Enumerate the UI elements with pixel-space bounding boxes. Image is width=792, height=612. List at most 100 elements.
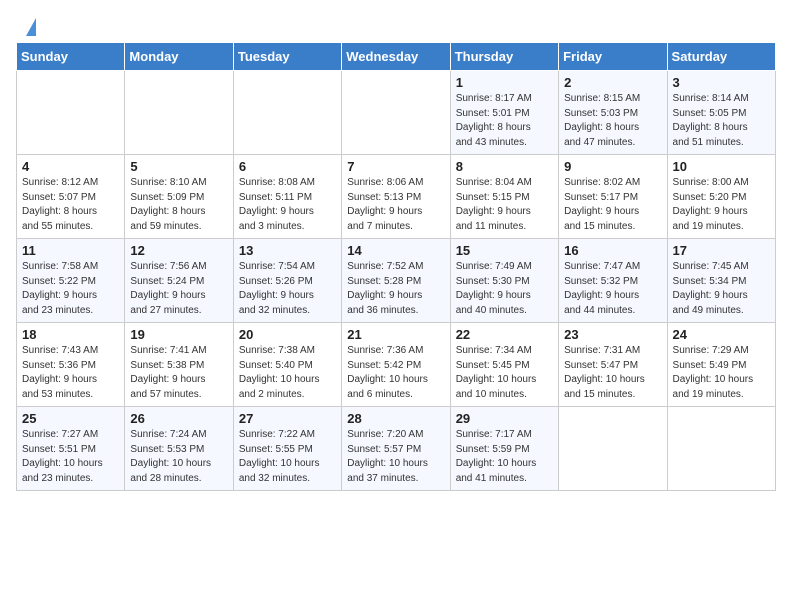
- day-number: 2: [564, 75, 661, 90]
- weekday-thursday: Thursday: [450, 43, 558, 71]
- day-number: 20: [239, 327, 336, 342]
- day-info: Sunrise: 7:58 AM Sunset: 5:22 PM Dayligh…: [22, 260, 119, 318]
- day-number: 10: [673, 159, 770, 174]
- day-info: Sunrise: 8:15 AM Sunset: 5:03 PM Dayligh…: [564, 92, 661, 150]
- weekday-saturday: Saturday: [667, 43, 775, 71]
- weekday-sunday: Sunday: [17, 43, 125, 71]
- calendar-cell: 6 Sunrise: 8:08 AM Sunset: 5:11 PM Daylig…: [233, 155, 341, 239]
- calendar-cell: 13 Sunrise: 7:54 AM Sunset: 5:26 PM Dayli…: [233, 239, 341, 323]
- calendar-cell: 1 Sunrise: 8:17 AM Sunset: 5:01 PM Daylig…: [450, 71, 558, 155]
- calendar-cell: [17, 71, 125, 155]
- day-number: 9: [564, 159, 661, 174]
- calendar-cell: 19 Sunrise: 7:41 AM Sunset: 5:38 PM Dayli…: [125, 323, 233, 407]
- week-row-4: 18 Sunrise: 7:43 AM Sunset: 5:36 PM Dayli…: [17, 323, 776, 407]
- day-info: Sunrise: 7:38 AM Sunset: 5:40 PM Dayligh…: [239, 344, 336, 402]
- day-number: 5: [130, 159, 227, 174]
- day-info: Sunrise: 7:47 AM Sunset: 5:32 PM Dayligh…: [564, 260, 661, 318]
- day-number: 11: [22, 243, 119, 258]
- calendar-cell: 25 Sunrise: 7:27 AM Sunset: 5:51 PM Dayli…: [17, 407, 125, 491]
- day-info: Sunrise: 8:04 AM Sunset: 5:15 PM Dayligh…: [456, 176, 553, 234]
- calendar-cell: 2 Sunrise: 8:15 AM Sunset: 5:03 PM Daylig…: [559, 71, 667, 155]
- calendar-cell: 4 Sunrise: 8:12 AM Sunset: 5:07 PM Daylig…: [17, 155, 125, 239]
- day-number: 21: [347, 327, 444, 342]
- calendar-cell: [125, 71, 233, 155]
- day-info: Sunrise: 7:36 AM Sunset: 5:42 PM Dayligh…: [347, 344, 444, 402]
- day-info: Sunrise: 8:00 AM Sunset: 5:20 PM Dayligh…: [673, 176, 770, 234]
- day-number: 18: [22, 327, 119, 342]
- day-number: 25: [22, 411, 119, 426]
- day-number: 26: [130, 411, 227, 426]
- calendar-cell: 8 Sunrise: 8:04 AM Sunset: 5:15 PM Daylig…: [450, 155, 558, 239]
- calendar-cell: 18 Sunrise: 7:43 AM Sunset: 5:36 PM Dayli…: [17, 323, 125, 407]
- calendar-cell: 9 Sunrise: 8:02 AM Sunset: 5:17 PM Daylig…: [559, 155, 667, 239]
- day-number: 24: [673, 327, 770, 342]
- calendar-cell: 12 Sunrise: 7:56 AM Sunset: 5:24 PM Dayli…: [125, 239, 233, 323]
- calendar-cell: 24 Sunrise: 7:29 AM Sunset: 5:49 PM Dayli…: [667, 323, 775, 407]
- day-info: Sunrise: 7:41 AM Sunset: 5:38 PM Dayligh…: [130, 344, 227, 402]
- day-info: Sunrise: 8:10 AM Sunset: 5:09 PM Dayligh…: [130, 176, 227, 234]
- weekday-friday: Friday: [559, 43, 667, 71]
- day-info: Sunrise: 7:24 AM Sunset: 5:53 PM Dayligh…: [130, 428, 227, 486]
- day-info: Sunrise: 8:12 AM Sunset: 5:07 PM Dayligh…: [22, 176, 119, 234]
- day-info: Sunrise: 7:49 AM Sunset: 5:30 PM Dayligh…: [456, 260, 553, 318]
- day-number: 12: [130, 243, 227, 258]
- calendar-cell: [559, 407, 667, 491]
- calendar-cell: [233, 71, 341, 155]
- week-row-1: 1 Sunrise: 8:17 AM Sunset: 5:01 PM Daylig…: [17, 71, 776, 155]
- day-number: 17: [673, 243, 770, 258]
- calendar-cell: 27Sunrise: 7:22 AM Sunset: 5:55 PM Dayli…: [233, 407, 341, 491]
- day-number: 22: [456, 327, 553, 342]
- calendar-cell: 7 Sunrise: 8:06 AM Sunset: 5:13 PM Daylig…: [342, 155, 450, 239]
- logo-triangle-icon: [26, 18, 36, 36]
- week-row-2: 4 Sunrise: 8:12 AM Sunset: 5:07 PM Daylig…: [17, 155, 776, 239]
- week-row-3: 11 Sunrise: 7:58 AM Sunset: 5:22 PM Dayli…: [17, 239, 776, 323]
- calendar-cell: 16 Sunrise: 7:47 AM Sunset: 5:32 PM Dayli…: [559, 239, 667, 323]
- calendar-table: SundayMondayTuesdayWednesdayThursdayFrid…: [16, 42, 776, 491]
- calendar-cell: 29 Sunrise: 7:17 AM Sunset: 5:59 PM Dayli…: [450, 407, 558, 491]
- calendar-cell: 5 Sunrise: 8:10 AM Sunset: 5:09 PM Daylig…: [125, 155, 233, 239]
- day-info: Sunrise: 7:27 AM Sunset: 5:51 PM Dayligh…: [22, 428, 119, 486]
- day-info: Sunrise: 7:17 AM Sunset: 5:59 PM Dayligh…: [456, 428, 553, 486]
- calendar-cell: 26 Sunrise: 7:24 AM Sunset: 5:53 PM Dayli…: [125, 407, 233, 491]
- calendar-cell: [342, 71, 450, 155]
- day-number: 6: [239, 159, 336, 174]
- day-number: 8: [456, 159, 553, 174]
- calendar-cell: 10 Sunrise: 8:00 AM Sunset: 5:20 PM Dayli…: [667, 155, 775, 239]
- day-info: Sunrise: 7:22 AM Sunset: 5:55 PM Dayligh…: [239, 428, 336, 486]
- day-info: Sunrise: 7:34 AM Sunset: 5:45 PM Dayligh…: [456, 344, 553, 402]
- day-number: 16: [564, 243, 661, 258]
- day-number: 15: [456, 243, 553, 258]
- day-info: Sunrise: 8:06 AM Sunset: 5:13 PM Dayligh…: [347, 176, 444, 234]
- calendar-cell: 20 Sunrise: 7:38 AM Sunset: 5:40 PM Dayli…: [233, 323, 341, 407]
- calendar-cell: 22 Sunrise: 7:34 AM Sunset: 5:45 PM Dayli…: [450, 323, 558, 407]
- calendar-cell: [667, 407, 775, 491]
- day-info: Sunrise: 8:17 AM Sunset: 5:01 PM Dayligh…: [456, 92, 553, 150]
- day-info: Sunrise: 7:56 AM Sunset: 5:24 PM Dayligh…: [130, 260, 227, 318]
- day-info: Sunrise: 7:31 AM Sunset: 5:47 PM Dayligh…: [564, 344, 661, 402]
- day-number: 19: [130, 327, 227, 342]
- calendar-cell: 17 Sunrise: 7:45 AM Sunset: 5:34 PM Dayli…: [667, 239, 775, 323]
- day-number: 13: [239, 243, 336, 258]
- day-number: 7: [347, 159, 444, 174]
- day-info: Sunrise: 7:54 AM Sunset: 5:26 PM Dayligh…: [239, 260, 336, 318]
- day-info: Sunrise: 8:08 AM Sunset: 5:11 PM Dayligh…: [239, 176, 336, 234]
- day-number: 29: [456, 411, 553, 426]
- day-info: Sunrise: 7:43 AM Sunset: 5:36 PM Dayligh…: [22, 344, 119, 402]
- calendar-body: 1 Sunrise: 8:17 AM Sunset: 5:01 PM Daylig…: [17, 71, 776, 491]
- day-number: 28: [347, 411, 444, 426]
- day-number: 23: [564, 327, 661, 342]
- logo: [24, 18, 36, 36]
- day-number: 3: [673, 75, 770, 90]
- week-row-5: 25 Sunrise: 7:27 AM Sunset: 5:51 PM Dayli…: [17, 407, 776, 491]
- day-info: Sunrise: 7:45 AM Sunset: 5:34 PM Dayligh…: [673, 260, 770, 318]
- day-info: Sunrise: 8:14 AM Sunset: 5:05 PM Dayligh…: [673, 92, 770, 150]
- calendar-cell: 14Sunrise: 7:52 AM Sunset: 5:28 PM Dayli…: [342, 239, 450, 323]
- day-number: 1: [456, 75, 553, 90]
- day-number: 4: [22, 159, 119, 174]
- weekday-wednesday: Wednesday: [342, 43, 450, 71]
- day-info: Sunrise: 8:02 AM Sunset: 5:17 PM Dayligh…: [564, 176, 661, 234]
- weekday-monday: Monday: [125, 43, 233, 71]
- calendar-cell: 15 Sunrise: 7:49 AM Sunset: 5:30 PM Dayli…: [450, 239, 558, 323]
- calendar-cell: 11 Sunrise: 7:58 AM Sunset: 5:22 PM Dayli…: [17, 239, 125, 323]
- day-info: Sunrise: 7:29 AM Sunset: 5:49 PM Dayligh…: [673, 344, 770, 402]
